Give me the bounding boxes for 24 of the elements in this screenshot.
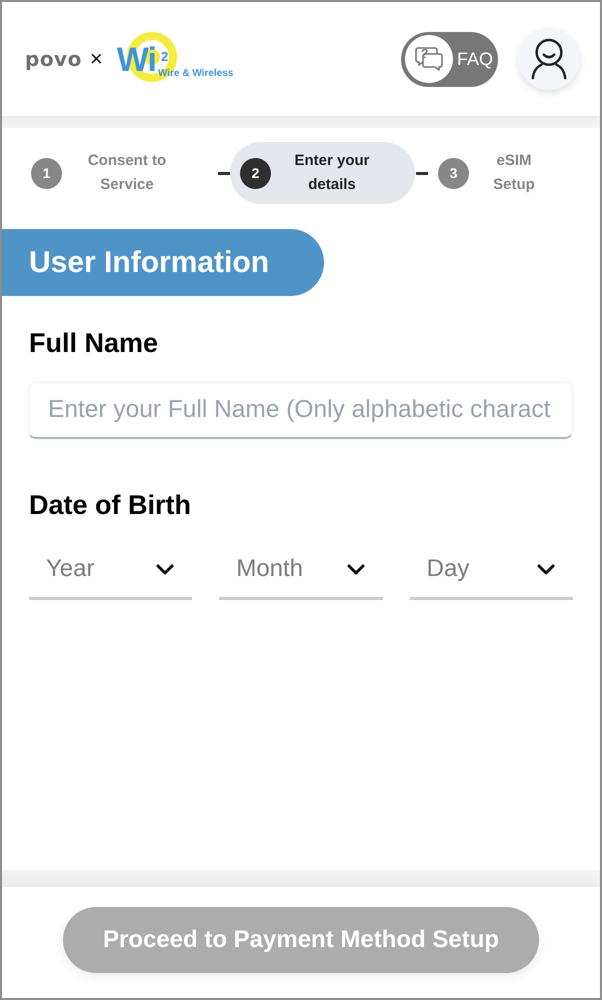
step-number: 1	[31, 158, 62, 188]
chevron-down-icon	[346, 564, 365, 574]
date-select[interactable]: Month	[219, 545, 383, 600]
logo-separator: ×	[90, 46, 103, 72]
field-label: Full Name	[29, 327, 160, 359]
step-number: 2	[240, 158, 271, 188]
chevron-down-icon	[536, 564, 555, 574]
brand-logo-text: povo	[25, 46, 82, 72]
faq-button[interactable]: FAQ	[401, 32, 498, 86]
speech-bubbles-icon	[405, 35, 453, 83]
step-label: Enter your details	[293, 151, 370, 195]
step-connector	[218, 172, 230, 174]
date-select[interactable]: Day	[410, 545, 573, 600]
field-label: Date of Birth	[29, 489, 192, 521]
step-label: eSIM Setup	[492, 151, 536, 195]
person-icon	[530, 38, 568, 80]
date-select[interactable]: Year	[29, 545, 192, 600]
full-name-field[interactable]: Enter your Full Name (Only alphabetic charact	[28, 382, 573, 439]
step-label: Consent to Service	[86, 151, 168, 195]
chevron-down-icon	[156, 564, 174, 574]
step-number: 3	[438, 158, 469, 188]
step-connector	[416, 172, 428, 174]
logo-superscript: 2	[160, 50, 168, 63]
section-heading: User Information	[2, 229, 324, 296]
